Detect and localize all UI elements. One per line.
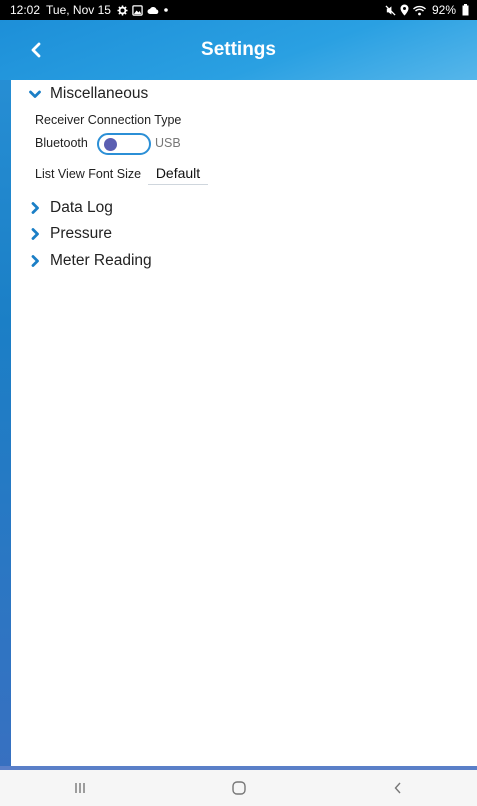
recent-apps-button[interactable] — [50, 773, 110, 803]
section-label: Meter Reading — [50, 252, 152, 269]
dot-icon — [164, 8, 168, 12]
section-label: Pressure — [50, 225, 113, 242]
recent-apps-icon — [74, 783, 85, 793]
section-data-log[interactable]: Data Log — [29, 199, 113, 217]
app-header: Settings — [0, 20, 477, 80]
chevron-right-icon — [29, 202, 41, 214]
chevron-down-icon — [29, 88, 41, 100]
section-miscellaneous[interactable]: Miscellaneous — [29, 85, 148, 103]
chevron-left-icon — [394, 782, 401, 794]
app-frame: 12:02 Tue, Nov 15 92% Settings Miscellan… — [0, 0, 477, 806]
notification-icons — [117, 4, 169, 16]
status-right: 92% — [385, 3, 469, 17]
status-left: 12:02 Tue, Nov 15 — [10, 3, 169, 17]
home-button[interactable] — [209, 773, 269, 803]
status-date: Tue, Nov 15 — [46, 3, 111, 17]
location-icon — [400, 4, 409, 16]
section-pressure[interactable]: Pressure — [29, 225, 112, 243]
cloud-icon — [147, 6, 159, 14]
wifi-icon — [412, 5, 426, 15]
chevron-left-icon — [31, 42, 41, 58]
mute-icon — [385, 4, 396, 16]
section-label: Miscellaneous — [50, 85, 149, 102]
chevron-right-icon — [29, 228, 41, 240]
page-title: Settings — [201, 39, 276, 60]
chevron-right-icon — [29, 255, 41, 267]
usb-label: USB — [155, 136, 181, 150]
nav-back-button[interactable] — [368, 773, 428, 803]
system-icons — [385, 4, 426, 16]
home-icon — [231, 781, 246, 795]
toggle-knob — [104, 138, 117, 151]
receiver-connection-label: Receiver Connection Type — [35, 113, 182, 127]
section-label: Data Log — [50, 199, 113, 216]
gear-icon — [117, 4, 128, 16]
gallery-icon — [132, 4, 143, 16]
status-time: 12:02 — [10, 3, 41, 17]
font-size-select[interactable]: Default — [148, 162, 208, 185]
bluetooth-label: Bluetooth — [35, 136, 88, 150]
section-meter-reading[interactable]: Meter Reading — [29, 252, 152, 270]
system-nav-bar — [0, 770, 477, 806]
back-button[interactable] — [20, 34, 52, 66]
settings-content: Miscellaneous Receiver Connection Type B… — [11, 80, 477, 766]
status-bar: 12:02 Tue, Nov 15 92% — [0, 0, 477, 20]
font-size-label: List View Font Size — [35, 167, 142, 181]
connection-type-toggle[interactable] — [97, 133, 151, 155]
battery-percent: 92% — [431, 3, 456, 17]
battery-icon — [462, 4, 469, 16]
